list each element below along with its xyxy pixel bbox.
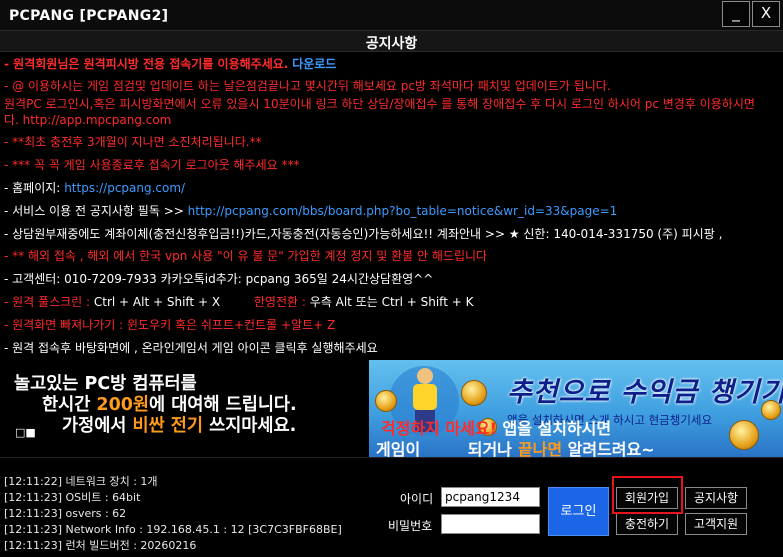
- log-line: [12:11:23] OS비트 : 64bit: [4, 491, 141, 504]
- notice-line: - 원격 접속후 바탕화면에 , 온라인게임서 게임 아이콘 클릭후 실행해주세…: [4, 341, 378, 355]
- charge-button[interactable]: 충전하기: [616, 513, 678, 535]
- notice-text: - 홈페이지:: [4, 181, 61, 195]
- notice-line: 다. http://app.mpcpang.com: [4, 113, 172, 127]
- notice-line: - 고객센터: 010-7209-7933 카카오톡id추가: pcpang 3…: [4, 272, 434, 286]
- notice-text: 우측 Alt 또는 Ctrl + Shift + K: [309, 295, 474, 309]
- notice-board-link[interactable]: http://pcpang.com/bbs/board.php?bo_table…: [188, 204, 618, 218]
- password-label: 비밀번호: [388, 519, 433, 533]
- notice-line: - @ 이용하시는 게임 점검및 업데이트 하는 날은점검끝나고 몇시간뒤 해보…: [4, 79, 611, 93]
- banner-text: 가정에서: [62, 416, 133, 436]
- notice-text: - 서비스 이용 전 공지사항 필독 >>: [4, 204, 184, 218]
- notice-text: 한영전환 :: [253, 295, 306, 309]
- support-button[interactable]: 고객지원: [685, 513, 747, 535]
- coin-icon: [375, 390, 397, 412]
- log-line: [12:11:22] 네트워크 장치 : 1개: [4, 475, 158, 488]
- log-line: [12:11:23] Network Info : 192.168.45.1 :…: [4, 523, 342, 536]
- homepage-link[interactable]: https://pcpang.com/: [64, 181, 185, 195]
- notice-title: 공지사항: [365, 36, 418, 52]
- notice-line: - 원격 풀스크린 : Ctrl + Alt + Shift + X 한영전환 …: [4, 294, 473, 310]
- banner-headline: 추천으로 수익금 챙기기: [507, 377, 783, 408]
- notice-line: - 원격화면 빠져나가기 : 윈도우키 혹은 쉬프트+컨트롤 +알트+ Z: [4, 318, 336, 332]
- notice-line: 원격PC 로그인시,혹은 피시방화면에서 오류 있을시 10분이내 링크 하단 …: [4, 97, 755, 111]
- notice-panel: - 원격회원님은 원격피시방 전용 접속기를 이용해주세요. 다운로드 - @ …: [0, 52, 783, 360]
- notice-text: - 원격회원님은 원격피시방 전용 접속기를 이용해주세요.: [4, 57, 289, 71]
- notice-line: - *** 꼭 꼭 게임 사용종료후 접속기 로그아웃 해주세요 ***: [4, 158, 300, 172]
- notice-line: - 서비스 이용 전 공지사항 필독 >> http://pcpang.com/…: [4, 203, 617, 219]
- coin-icon: [461, 380, 487, 406]
- rental-banner[interactable]: 놀고있는 PC방 컴퓨터를 한시간 200원에 대여해 드립니다. 가정에서 비…: [0, 360, 368, 457]
- login-button[interactable]: 로그인: [548, 487, 609, 536]
- password-input[interactable]: [441, 514, 540, 534]
- id-input[interactable]: [441, 487, 540, 507]
- person-torso: [413, 384, 437, 410]
- window-title: PCPANG [PCPANG2]: [9, 8, 169, 24]
- title-bar: PCPANG [PCPANG2] _ X: [0, 0, 783, 30]
- notice-header: 공지사항: [0, 30, 783, 52]
- log-line: [12:11:23] osvers : 62: [4, 507, 127, 520]
- notice-line: - 홈페이지: https://pcpang.com/: [4, 180, 185, 196]
- banner-text: 쓰지마세요.: [203, 416, 297, 436]
- notice-button[interactable]: 공지사항: [685, 487, 747, 509]
- close-button[interactable]: X: [752, 1, 780, 27]
- banner-line: 가정에서 비싼 전기 쓰지마세요.: [62, 412, 296, 437]
- banner-pager[interactable]: □■: [15, 426, 36, 439]
- notice-text: - 원격 풀스크린 :: [4, 295, 91, 309]
- notice-line: - 상담원부재중에도 계좌이체(충전신청후입금!!)카드,자동충전(자동승인)가…: [4, 227, 723, 241]
- register-highlight-box: [612, 476, 683, 514]
- notice-line: - **최초 충전후 3개월이 지나면 소진처리됩니다.**: [4, 135, 262, 149]
- log-line: [12:11:23] 런처 빌드버전 : 20260216: [4, 539, 197, 552]
- banner-highlight: 비싼 전기: [132, 416, 204, 436]
- download-link[interactable]: 다운로드: [292, 57, 336, 71]
- notice-text: Ctrl + Alt + Shift + X: [93, 295, 221, 309]
- notice-line: - 원격회원님은 원격피시방 전용 접속기를 이용해주세요. 다운로드: [4, 56, 336, 72]
- person-head: [417, 368, 433, 384]
- notice-line: - ** 해외 접속 , 해외 에서 한국 vpn 사용 "이 유 불 문" 가…: [4, 249, 488, 263]
- minimize-button[interactable]: _: [722, 1, 750, 27]
- id-label: 아이디: [400, 492, 434, 506]
- coin-icon: [729, 420, 759, 450]
